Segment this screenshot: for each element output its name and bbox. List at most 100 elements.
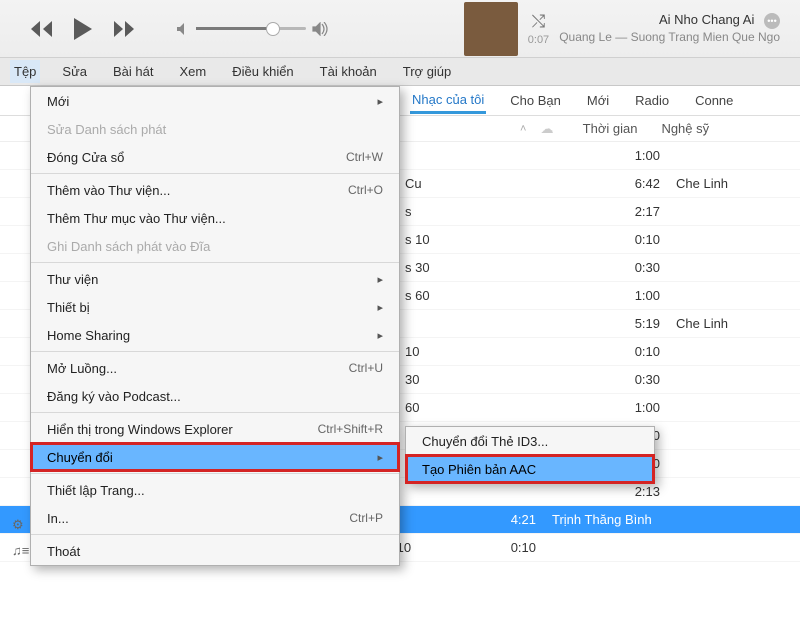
menu-item[interactable]: Thêm Thư mục vào Thư viện... [31,204,399,232]
track-time: 6:42 [600,176,660,191]
cloud-icon[interactable]: ☁ [540,121,553,137]
menu-item-label: Đăng ký vào Podcast... [47,389,181,404]
track-artist: Trịnh Thăng Bình [536,512,652,527]
track-name: s 10 [405,232,600,247]
now-playing: ⤭ 0:07 Ai Nho Chang Ai ••• Quang Le — Su… [464,2,780,56]
menu-song[interactable]: Bài hát [109,60,157,83]
menu-shortcut: Ctrl+P [349,511,383,525]
menu-item-label: Thiết bị [47,300,90,315]
track-time: 1:00 [600,148,660,163]
playback-controls [30,17,136,41]
menu-shortcut: Ctrl+Shift+R [318,422,383,436]
volume-slider[interactable] [196,27,306,30]
track-time: 4:21 [476,512,536,527]
tab-new[interactable]: Mới [585,89,611,112]
menu-item[interactable]: Thiết lập Trang... [31,476,399,504]
track-name: s 60 [405,288,600,303]
menu-item[interactable]: Đăng ký vào Podcast... [31,382,399,410]
next-icon[interactable] [112,20,136,38]
menu-help[interactable]: Trợ giúp [399,60,456,83]
menu-item[interactable]: Đóng Cửa sổ Ctrl+W [31,143,399,171]
menu-item-label: Mở Luồng... [47,361,117,376]
menu-item-label: Hiển thị trong Windows Explorer [47,422,233,437]
menu-shortcut: Ctrl+U [349,361,383,375]
tab-radio[interactable]: Radio [633,89,671,112]
file-menu-dropdown: Mới Sửa Danh sách phát Đóng Cửa sổ Ctrl+W Th… [30,86,400,566]
menu-item[interactable]: Chuyển đổi [31,443,399,471]
submenu-item[interactable]: Tạo Phiên bản AAC [406,455,654,483]
track-time: 2:13 [600,484,660,499]
track-name: 60 [405,400,600,415]
convert-submenu: Chuyển đổi Thẻ ID3... Tạo Phiên bản AAC [405,426,655,484]
menu-item-label: Đóng Cửa sổ [47,150,124,165]
menu-item[interactable]: Thoát [31,537,399,565]
play-icon[interactable] [72,17,94,41]
menu-item[interactable]: Thư viện [31,265,399,293]
player-bar: ⤭ 0:07 Ai Nho Chang Ai ••• Quang Le — Su… [0,0,800,58]
track-name: s 30 [405,260,600,275]
menu-item-label: Thoát [47,544,80,559]
menu-edit[interactable]: Sửa [58,60,91,83]
menu-item[interactable]: Mới [31,87,399,115]
menu-item[interactable]: Mở Luồng... Ctrl+U [31,354,399,382]
track-time: 2:17 [600,204,660,219]
track-time: 0:10 [600,344,660,359]
track-name: Cu [405,176,600,191]
track-artist: Che Linh [660,316,728,331]
menu-item-label: Ghi Danh sách phát vào Đĩa [47,239,210,254]
tab-my-music[interactable]: Nhạc của tôi [410,88,486,114]
column-time[interactable]: Thời gian [567,121,637,136]
menu-shortcut: Ctrl+O [348,183,383,197]
more-icon[interactable]: ••• [764,13,780,29]
track-name: s [405,204,600,219]
menu-item[interactable]: In... Ctrl+P [31,504,399,532]
menu-item: Ghi Danh sách phát vào Đĩa [31,232,399,260]
track-name: 30 [405,372,600,387]
menu-item-label: In... [47,511,69,526]
sort-chevron-icon[interactable]: ˄ [520,123,526,135]
menu-item[interactable]: Thiết bị [31,293,399,321]
volume-mute-icon[interactable] [176,22,190,36]
menu-item[interactable]: Home Sharing [31,321,399,349]
album-art[interactable] [464,2,518,56]
menu-item-label: Mới [47,94,69,109]
menu-item-label: Home Sharing [47,328,130,343]
menu-item: Sửa Danh sách phát [31,115,399,143]
menu-item[interactable]: Thêm vào Thư viện... Ctrl+O [31,176,399,204]
tab-connect[interactable]: Conne [693,89,735,112]
track-time: 1:00 [600,288,660,303]
previous-icon[interactable] [30,20,54,38]
track-time: 0:30 [600,260,660,275]
track-time: 0:30 [600,372,660,387]
playlist-icon: ♫≡ [12,543,29,558]
menu-file[interactable]: Tệp [10,60,40,83]
submenu-item-label: Tạo Phiên bản AAC [422,462,536,477]
track-time: 0:10 [600,232,660,247]
submenu-item-label: Chuyển đổi Thẻ ID3... [422,434,548,449]
menu-item-label: Thư viện [47,272,98,287]
now-playing-title: Ai Nho Chang Ai [659,12,754,27]
column-artist[interactable]: Nghệ sỹ [651,121,800,136]
tab-for-you[interactable]: Cho Bạn [508,89,563,112]
menu-item-label: Thêm vào Thư viện... [47,183,170,198]
menu-item[interactable]: Hiển thị trong Windows Explorer Ctrl+Shif… [31,415,399,443]
now-playing-artist: Quang Le — Suong Trang Mien Que Ngo [559,29,780,46]
menu-account[interactable]: Tài khoản [316,60,381,83]
track-name: 10 [405,344,600,359]
gear-icon: ⚙ [12,517,24,533]
elapsed-time: 0:07 [528,34,549,46]
volume-max-icon[interactable] [312,22,328,36]
menu-item-label: Sửa Danh sách phát [47,122,166,137]
submenu-item[interactable]: Chuyển đổi Thẻ ID3... [406,427,654,455]
track-artist: Che Linh [660,176,728,191]
menu-view[interactable]: Xem [176,60,211,83]
menu-shortcut: Ctrl+W [346,150,383,164]
track-time: 0:10 [476,540,536,555]
menu-item-label: Chuyển đổi [47,450,113,465]
shuffle-icon[interactable]: ⤭ [532,12,546,32]
menu-controls[interactable]: Điều khiển [228,60,297,83]
volume-control [176,22,328,36]
menu-item-label: Thiết lập Trang... [47,483,145,498]
menu-item-label: Thêm Thư mục vào Thư viện... [47,211,226,226]
track-time: 1:00 [600,400,660,415]
